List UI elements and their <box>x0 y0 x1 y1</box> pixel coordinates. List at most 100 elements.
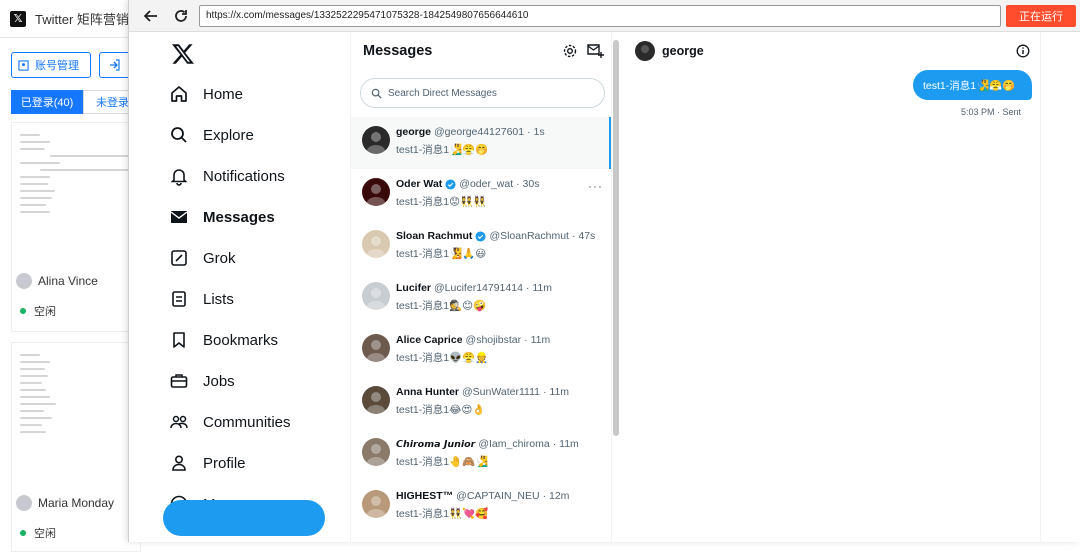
nav-home[interactable]: Home <box>169 80 243 108</box>
conversation-item[interactable]: george @george44127601 · 1s test1-消息1🧏‍♂️😤🤭 <box>351 117 611 169</box>
nav-label: Profile <box>203 454 246 472</box>
chat-panel: george test1-消息1🧏‍♂️😤🤭 5:03 PM · Sent <box>621 32 1041 542</box>
conversation-item[interactable]: 𝘾𝙝𝙞𝙧𝙤𝙢𝙖 𝙅𝙪𝙣𝙞𝙤𝙧 @Iam_chiroma · 11m test1-消息1… <box>351 429 611 481</box>
conversation-time: · 12m <box>542 490 570 502</box>
conversation-preview: test1-消息1🤚🙈🧏‍♂️ <box>396 456 489 468</box>
conversation-name: Anna Hunter <box>396 386 459 398</box>
back-arrow-icon[interactable] <box>141 6 161 26</box>
avatar <box>16 495 32 511</box>
conversation-time: · 1s <box>527 126 545 138</box>
nav-explore[interactable]: Explore <box>169 121 254 149</box>
nav-label: Bookmarks <box>203 331 279 349</box>
conversation-handle: @Iam_chiroma <box>478 438 550 450</box>
nav-messages[interactable]: Messages <box>169 203 275 231</box>
bookmark-icon <box>169 330 189 350</box>
new-message-icon[interactable] <box>587 43 605 59</box>
conversation-handle: @shojibstar <box>465 334 522 346</box>
nav-communities[interactable]: Communities <box>169 408 291 436</box>
more-options-icon[interactable]: ··· <box>588 179 603 193</box>
conversation-name: Lucifer <box>396 282 432 294</box>
nav-label: Explore <box>203 126 254 144</box>
conversation-time: · 11m <box>525 282 552 294</box>
info-icon[interactable] <box>1016 44 1030 58</box>
account-icon <box>18 59 29 71</box>
verified-badge-icon <box>445 178 456 190</box>
conversation-time: · 30s <box>516 178 540 190</box>
list-icon <box>169 289 189 309</box>
avatar <box>362 386 390 414</box>
gear-icon[interactable] <box>562 43 578 59</box>
nav-label: Communities <box>203 413 291 431</box>
avatar[interactable] <box>635 41 655 61</box>
avatar <box>362 230 390 258</box>
account-name: Maria Monday <box>38 496 115 510</box>
search-placeholder: Search Direct Messages <box>388 87 497 99</box>
account-card[interactable]: Alina Vince 空闲 <box>11 122 141 332</box>
app-titlebar: 𝕏 Twitter 矩阵营销 <box>0 0 140 38</box>
x-logo-icon[interactable] <box>171 42 195 66</box>
avatar <box>362 126 390 154</box>
conversation-preview: test1-消息1😂😍👌 <box>396 404 486 416</box>
person-icon <box>169 453 189 473</box>
nav-label: Grok <box>203 249 236 267</box>
avatar <box>362 438 390 466</box>
conversation-name: george <box>396 126 432 138</box>
envelope-icon <box>169 207 189 227</box>
conversation-time: · 11m <box>542 386 570 398</box>
conversation-preview: test1-消息1🕵️😊🤪 <box>396 300 487 312</box>
avatar <box>362 178 390 206</box>
conversation-time: · 11m <box>552 438 579 450</box>
url-input[interactable]: https://x.com/messages/13325222954710753… <box>199 5 1001 27</box>
search-icon <box>371 88 382 99</box>
account-manage-button[interactable]: 账号管理 <box>11 52 91 78</box>
conversation-item[interactable]: Sloan Rachmut @SloanRachmut · 47s test1-消息1… <box>351 221 611 273</box>
avatar <box>362 282 390 310</box>
conversation-time: · 47s <box>571 230 596 242</box>
account-manage-label: 账号管理 <box>35 60 79 72</box>
login-icon <box>110 59 120 71</box>
conversation-item[interactable]: Lucifer @Lucifer14791414 · 11m test1-消息1🕵️😊… <box>351 273 611 325</box>
nav-jobs[interactable]: Jobs <box>169 367 235 395</box>
conversation-name: 𝘾𝙝𝙞𝙧𝙤𝙢𝙖 𝙅𝙪𝙣𝙞𝙤𝙧 <box>396 438 476 450</box>
account-card[interactable]: Maria Monday 空闲 <box>11 342 141 552</box>
chat-contact-name[interactable]: george <box>662 44 704 58</box>
conversation-name: Oder Wat <box>396 178 443 190</box>
conversation-item[interactable]: Alice Caprice @shojibstar · 11m test1-消息1👽😤… <box>351 325 611 377</box>
scrollbar[interactable] <box>613 40 619 436</box>
post-button[interactable] <box>163 500 325 536</box>
avatar <box>362 334 390 362</box>
conversation-preview: test1-消息1🧏‍♂️😤🤭 <box>396 144 489 156</box>
browser-window: https://x.com/messages/13325222954710753… <box>128 0 1080 542</box>
grok-icon <box>169 248 189 268</box>
conversation-preview: test1-消息1👯💘🥰 <box>396 508 489 520</box>
search-input[interactable]: Search Direct Messages <box>360 78 605 108</box>
conversation-handle: @Lucifer14791414 <box>434 282 523 294</box>
conversation-handle: @SunWater1111 <box>462 386 540 398</box>
nav-grok[interactable]: Grok <box>169 244 236 272</box>
search-icon <box>169 125 189 145</box>
nav-lists[interactable]: Lists <box>169 285 234 313</box>
tab-logged-in[interactable]: 已登录(40) <box>11 90 83 114</box>
x-sidebar-nav: Home Explore Notifications Messages Grok… <box>151 36 346 542</box>
nav-profile[interactable]: Profile <box>169 449 246 477</box>
conversation-preview: test1-消息1👽😤👷 <box>396 352 489 364</box>
conversation-item[interactable]: Anna Hunter @SunWater1111 · 11m test1-消息1😂😍… <box>351 377 611 429</box>
conversation-item[interactable]: HIGHEST™ @CAPTAIN_NEU · 12m test1-消息1👯💘🥰 <box>351 481 611 533</box>
message-bubble[interactable]: test1-消息1🧏‍♂️😤🤭 <box>913 70 1032 100</box>
nav-label: Home <box>203 85 244 103</box>
refresh-icon[interactable] <box>171 6 191 26</box>
nav-label: Notifications <box>203 167 285 185</box>
messages-panel: Messages Search Direct Messages george @g… <box>350 32 612 542</box>
app-title: Twitter 矩阵营销 <box>35 12 129 27</box>
x-app-icon: 𝕏 <box>10 10 26 27</box>
conversation-handle: @CAPTAIN_NEU <box>456 490 540 502</box>
running-button[interactable]: 正在运行 <box>1006 5 1076 27</box>
conversation-name: Sloan Rachmut <box>396 230 473 242</box>
nav-bookmarks[interactable]: Bookmarks <box>169 326 278 354</box>
conversation-name: HIGHEST™ <box>396 490 454 502</box>
status-dot <box>20 308 26 314</box>
nav-notifications[interactable]: Notifications <box>169 162 285 190</box>
conversation-handle: @oder_wat <box>459 178 514 190</box>
avatar <box>16 273 32 289</box>
conversation-item[interactable]: Oder Wat @oder_wat · 30s test1-消息1😟👯👯‍♀️ ··· <box>351 169 611 221</box>
